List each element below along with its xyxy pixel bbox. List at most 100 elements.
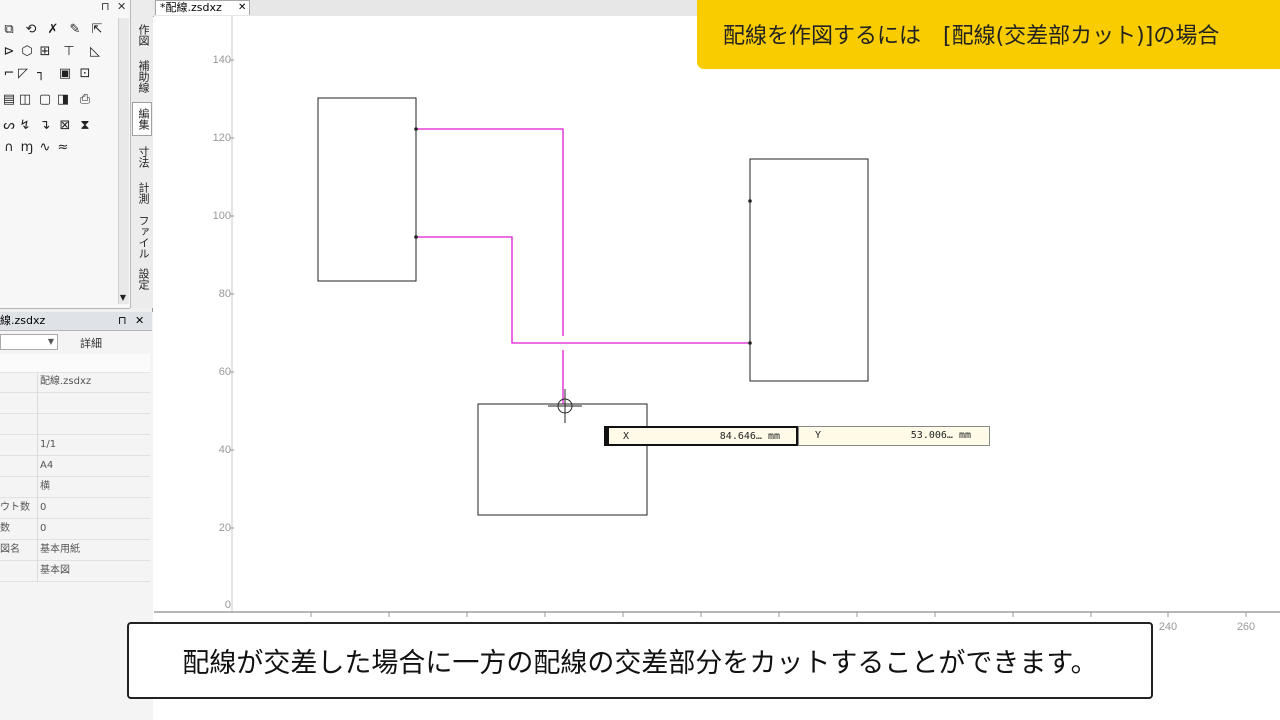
property-row[interactable]: 配線.zsdxz <box>0 372 150 393</box>
property-row[interactable] <box>0 414 150 435</box>
tab-settings[interactable]: 設定 <box>133 264 151 294</box>
tab-file[interactable]: ファイル <box>133 212 151 262</box>
cube-icon[interactable]: ⬡ <box>18 44 36 60</box>
property-row[interactable] <box>0 393 150 414</box>
property-value: 0 <box>40 523 47 534</box>
close-icon[interactable]: ✕ <box>135 312 144 330</box>
ruler-y-label: 40 <box>219 444 231 456</box>
property-key: 図名 <box>0 544 20 555</box>
rotate-copy-icon[interactable]: ⟲ <box>22 22 40 38</box>
pen-icon[interactable]: ✎ <box>66 22 84 38</box>
property-row[interactable]: 数0 <box>0 519 150 540</box>
ruler-ticks <box>230 59 1247 617</box>
property-value: 基本用紙 <box>40 544 80 555</box>
ruler-y-label: 120 <box>213 132 231 144</box>
coordinate-readout: X 84.646… mm Y 53.006… mm <box>604 426 990 446</box>
property-key: 数 <box>0 523 10 534</box>
triangle-tool-icon[interactable]: ◺ <box>86 44 104 60</box>
component-box-right[interactable] <box>749 158 869 382</box>
title-banner: 配線を作図するには [配線(交差部カット)]の場合 <box>697 0 1280 69</box>
document-tab[interactable]: *配線.zsdxz ✕ <box>155 0 250 15</box>
tab-dimension[interactable]: 寸法 <box>133 140 151 174</box>
view-icon[interactable]: ◫ <box>16 92 34 108</box>
y-coordinate-field[interactable]: Y 53.006… mm <box>798 426 990 446</box>
frame-icon[interactable]: ▣ <box>56 66 74 82</box>
print-icon[interactable]: ⎙ <box>76 92 94 108</box>
move-icon[interactable]: ⇱ <box>88 22 106 38</box>
hourglass-icon[interactable]: ⧗ <box>76 118 94 134</box>
toolbox-scrollbar[interactable] <box>118 18 129 304</box>
property-value: A4 <box>40 460 54 471</box>
detail-button[interactable]: 詳細 <box>80 335 102 351</box>
ruler-y-label: 60 <box>219 366 231 378</box>
mirror-icon[interactable]: ⊳ <box>0 44 18 60</box>
property-value: 配線.zsdxz <box>40 376 92 387</box>
property-key: ウト数 <box>0 502 30 513</box>
array-icon[interactable]: ⊞ <box>36 44 54 60</box>
ruler-y-label: 80 <box>219 288 231 300</box>
terminal-point <box>414 235 418 239</box>
property-grid-header <box>0 354 150 373</box>
close-icon[interactable]: ✕ <box>238 1 246 15</box>
property-row[interactable]: 横 <box>0 477 150 498</box>
property-value: 0 <box>40 502 47 513</box>
ruler-y-label: 140 <box>213 54 231 66</box>
x-coordinate-field[interactable]: X 84.646… mm <box>604 426 798 446</box>
property-select[interactable]: ▼ <box>0 334 58 350</box>
wave-icon[interactable]: ɱ <box>18 140 36 156</box>
tab-measure[interactable]: 計測 <box>133 178 151 208</box>
tab-edit[interactable]: 編集 <box>132 102 152 136</box>
ruler-x-label: 260 <box>1237 621 1255 633</box>
tab-draw[interactable]: 作図 <box>133 20 151 50</box>
component-box-bottom[interactable] <box>477 403 648 516</box>
property-value: 横 <box>40 481 50 492</box>
corner-icon[interactable]: ┐ <box>32 66 50 82</box>
caption-text: 配線が交差した場合に一方の配線の交差部分をカットすることができます。 <box>182 648 1098 679</box>
terminal-point <box>748 341 752 345</box>
x-label: X <box>623 431 630 442</box>
erase-icon[interactable]: ✗ <box>44 22 62 38</box>
ruler-x-label: 240 <box>1159 621 1177 633</box>
vertical-tab-strip: 作図 補助線 編集 寸法 計測 ファイル 設定 <box>130 0 153 308</box>
stretch-icon[interactable]: ⊤ <box>60 44 78 60</box>
y-value: 53.006… mm <box>910 430 971 441</box>
component-box-left[interactable] <box>317 97 417 282</box>
copy-tool-icon[interactable]: ⧉ <box>0 22 18 38</box>
document-tab-label: *配線.zsdxz <box>160 1 222 14</box>
pin-icon[interactable]: ⊓ <box>118 312 127 330</box>
drawing-canvas[interactable]: 140 120 100 80 60 40 20 0 240 260 <box>154 16 1280 720</box>
caption-box: 配線が交差した場合に一方の配線の交差部分をカットすることができます。 <box>127 622 1153 699</box>
terminal-point <box>414 127 418 131</box>
property-panel-title: 線.zsdxz <box>0 314 46 327</box>
panel-icon[interactable]: ◨ <box>54 92 72 108</box>
property-row[interactable]: A4 <box>0 456 150 477</box>
text-frame-icon[interactable]: ⊡ <box>76 66 94 82</box>
property-row[interactable]: 基本図 <box>0 561 150 582</box>
close-icon[interactable]: ✕ <box>117 0 126 13</box>
extend-icon[interactable]: ◸ <box>14 66 32 82</box>
terminal-point <box>748 199 752 203</box>
tab-auxiliary-line[interactable]: 補助線 <box>133 56 151 96</box>
toolbox-panel: ⊓ ✕ ⧉ ⟲ ✗ ✎ ⇱ ⊳ ⬡ ⊞ ⊤ ◺ ⌐ ◸ ┐ ▣ ⊡ ▤ ◫ ▢ … <box>0 0 130 309</box>
property-row[interactable]: 1/1 <box>0 435 150 456</box>
curve-icon[interactable]: ∿ <box>36 140 54 156</box>
ruler-y-label: 100 <box>213 210 231 222</box>
property-row[interactable]: 図名 基本用紙 <box>0 540 150 561</box>
wire-vertical[interactable] <box>416 128 564 336</box>
pin-icon[interactable]: ⊓ <box>101 0 110 13</box>
arc-icon[interactable]: ∩ <box>0 140 18 156</box>
wire-horizontal[interactable] <box>416 236 750 344</box>
property-row[interactable]: ウト数 0 <box>0 498 150 519</box>
window-icon[interactable]: ▢ <box>36 92 54 108</box>
property-grid: 配線.zsdxz 1/1 A4 横 ウト数 0 数0 図名 基本用紙 基本図 <box>0 372 150 582</box>
y-label: Y <box>815 430 822 441</box>
ruler-y-label: 0 <box>225 599 231 611</box>
property-value: 1/1 <box>40 439 57 450</box>
drawing-svg[interactable]: 140 120 100 80 60 40 20 0 240 260 <box>154 16 1280 720</box>
wire-cut-icon[interactable]: ⊠ <box>56 118 74 134</box>
property-panel-header: 線.zsdxz ⊓ ✕ <box>0 312 152 331</box>
x-value: 84.646… mm <box>719 431 780 442</box>
approx-icon[interactable]: ≈ <box>54 140 72 156</box>
wire-route-icon[interactable]: ↯ <box>16 118 34 134</box>
wire-bend-icon[interactable]: ↴ <box>36 118 54 134</box>
